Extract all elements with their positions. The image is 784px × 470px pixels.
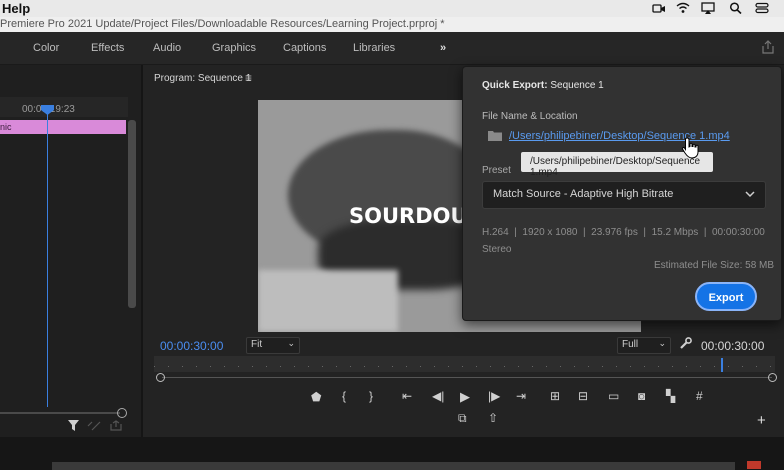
current-timecode[interactable]: 00:00:30:00 — [160, 339, 223, 353]
extract-icon[interactable]: ⊟ — [578, 389, 588, 403]
proxy-toggle-icon[interactable]: ▚ — [666, 389, 675, 403]
comparison-view-icon[interactable]: ▭ — [608, 389, 619, 403]
wrench-icon[interactable] — [679, 337, 692, 350]
tooltip-text: /Users/philipebiner/Desktop/Sequence 1.m… — [530, 156, 701, 178]
timeline-panel: 00:00:19:23 nic — [0, 65, 143, 437]
preset-value: Match Source - Adaptive High Bitrate — [493, 188, 674, 200]
export-frame-icon[interactable] — [110, 420, 122, 431]
file-name-label: File Name & Location — [482, 111, 578, 122]
safe-margins-icon[interactable]: # — [696, 389, 703, 403]
lift-icon[interactable]: ⊞ — [550, 389, 560, 403]
quick-export-title-bold: Quick Export: — [482, 80, 548, 91]
search-icon[interactable] — [729, 2, 743, 14]
timeline-scrollbar[interactable] — [128, 120, 136, 308]
menu-help[interactable]: Help — [2, 1, 30, 16]
resolution-value: Full — [622, 339, 639, 350]
timeline-clip[interactable]: nic — [0, 120, 126, 134]
preset-label: Preset — [482, 165, 511, 176]
window-title-bar: Premiere Pro 2021 Update/Project Files/D… — [0, 17, 784, 32]
export-frame-icon[interactable]: ◙ — [638, 389, 645, 403]
monitor-menu-icon[interactable]: ≡ — [245, 71, 252, 85]
bottom-panel-strip — [0, 437, 784, 470]
zoom-handle-right[interactable] — [768, 373, 777, 382]
quick-export-title: Quick Export: Sequence 1 — [482, 80, 604, 91]
chevron-down-icon — [745, 191, 755, 198]
tab-libraries[interactable]: Libraries — [353, 42, 395, 54]
export-audio: Stereo — [482, 244, 512, 255]
tab-color[interactable]: Color — [33, 42, 59, 54]
tab-captions[interactable]: Captions — [283, 42, 326, 54]
playhead-line — [47, 105, 48, 407]
timeline-zoom-bar[interactable] — [0, 412, 120, 414]
tab-audio[interactable]: Audio — [153, 42, 181, 54]
add-marker-icon[interactable]: ⬟ — [311, 390, 321, 404]
video-camera-icon[interactable] — [652, 2, 666, 14]
wifi-icon[interactable] — [676, 2, 690, 14]
playback-resolution-select[interactable]: Full ⌄ — [617, 337, 671, 354]
overwrite-icon[interactable]: ⇧ — [488, 411, 498, 425]
go-to-in-icon[interactable]: ⇤ — [402, 389, 412, 403]
playhead-marker-icon[interactable] — [41, 105, 54, 115]
folder-icon[interactable] — [488, 130, 502, 141]
step-forward-icon[interactable]: |▶ — [488, 389, 500, 403]
more-workspaces-icon[interactable]: » — [440, 42, 446, 54]
go-to-out-icon[interactable]: ⇥ — [516, 389, 526, 403]
timeline-zoom-handle[interactable] — [117, 408, 127, 418]
duration-timecode: 00:00:30:00 — [701, 339, 765, 353]
quick-export-popover: Quick Export: Sequence 1 File Name & Loc… — [462, 66, 782, 321]
mark-out-icon[interactable]: } — [369, 389, 373, 403]
airplay-icon[interactable] — [701, 2, 715, 14]
step-back-icon[interactable]: ◀| — [432, 389, 444, 403]
window-title: Premiere Pro 2021 Update/Project Files/D… — [0, 18, 445, 30]
workspace-bar: Color Effects Audio Graphics Captions Li… — [0, 32, 784, 65]
monitor-title[interactable]: Program: Sequence 1 — [154, 73, 251, 84]
play-icon[interactable]: ▶ — [460, 389, 470, 405]
control-center-icon[interactable] — [755, 2, 769, 14]
chevron-down-icon: ⌄ — [287, 338, 295, 348]
clip-label: nic — [0, 122, 12, 132]
quick-export-sequence: Sequence 1 — [547, 80, 604, 91]
hand-cursor-icon — [681, 137, 699, 159]
estimated-file-size: Estimated File Size: 58 MB — [654, 260, 775, 271]
tab-effects[interactable]: Effects — [91, 42, 124, 54]
menubar: Help — [0, 0, 784, 17]
video-title-text: SOURDOU — [349, 204, 468, 228]
audio-meter-clip-indicator — [747, 461, 761, 469]
filter-icon[interactable] — [68, 420, 79, 431]
tab-graphics[interactable]: Graphics — [212, 42, 256, 54]
bottom-scrollbar[interactable] — [52, 462, 735, 470]
insert-icon[interactable]: ⧉ — [458, 411, 467, 426]
zoom-level-value: Fit — [251, 339, 263, 350]
video-shape — [258, 270, 398, 332]
zoom-handle-left[interactable] — [156, 373, 165, 382]
preset-select[interactable]: Match Source - Adaptive High Bitrate — [482, 181, 766, 209]
mark-in-icon[interactable]: { — [342, 389, 346, 403]
add-button-icon[interactable]: + — [757, 412, 766, 429]
link-icon[interactable] — [87, 421, 101, 431]
monitor-scrubber[interactable] — [154, 356, 775, 372]
share-icon[interactable] — [761, 40, 775, 54]
export-button[interactable]: Export — [695, 282, 757, 311]
zoom-level-select[interactable]: Fit ⌄ — [246, 337, 300, 354]
chevron-down-icon: ⌄ — [658, 338, 666, 348]
scrubber-playhead[interactable] — [721, 358, 723, 372]
monitor-zoom-bar[interactable] — [162, 377, 772, 378]
scrubber-ticks — [154, 366, 775, 367]
export-summary: H.264 | 1920 x 1080 | 23.976 fps | 15.2 … — [482, 227, 765, 238]
